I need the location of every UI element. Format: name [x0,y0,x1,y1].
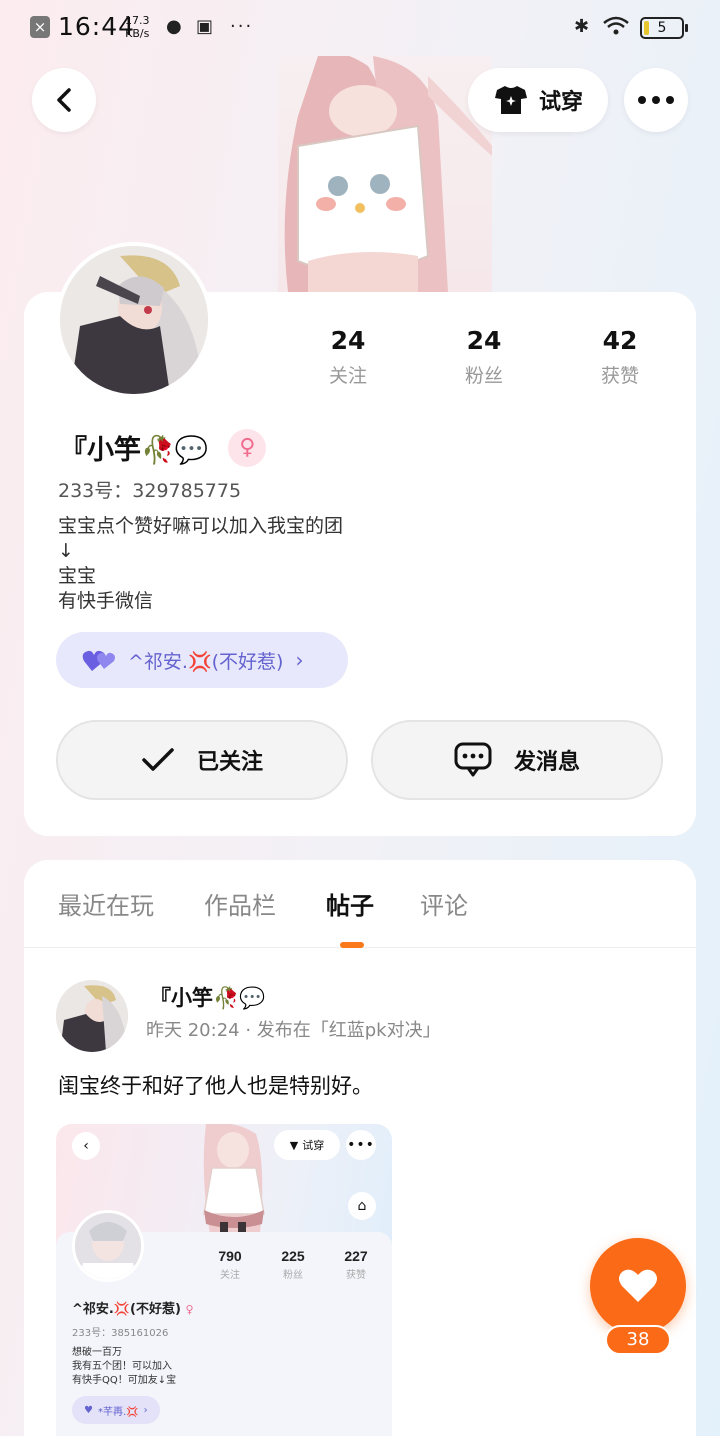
post-image[interactable]: ‹ ▼ 试穿 ••• ⌂ 790 关注 225 粉丝 227 获赞 ^祁安.💢(… [56,1124,392,1436]
bluetooth-icon: ✱ [574,16,590,37]
app-notification-icon: ▣ [196,16,214,37]
back-button[interactable] [32,68,96,132]
status-bar: × 16:44 17.3 KB/s ● ▣ ··· ✱ 5 [0,0,720,56]
post-image-following-stat: 790 关注 [218,1248,242,1281]
like-count: 38 [605,1325,671,1355]
profile-bio: 宝宝点个赞好嘛可以加入我宝的团 ↓ 宝宝 有快手微信 [58,515,344,612]
active-tab-indicator [340,942,364,948]
post-author-name[interactable]: 『小竽🥀💬 [150,982,265,1012]
message-bubble-icon [454,742,492,777]
try-on-button[interactable]: 试穿 [468,68,608,132]
chevron-right-icon: › [295,648,304,672]
tshirt-icon [494,86,527,114]
like-button[interactable] [590,1238,686,1334]
post-image-bio: 想破一百万 我有五个团！可以加入 有快手QQ！可加友↓宝 [72,1347,177,1386]
network-speed: 17.3 KB/s [125,14,150,40]
close-notification-icon: × [30,16,50,38]
profile-name: 『小竽🥀💬 [60,435,209,466]
post-image-more-icon: ••• [346,1130,376,1160]
status-time: 16:44 [58,12,136,41]
post-image-likes-stat: 227 获赞 [344,1248,368,1281]
post-image-uid: 233号：385161026 [72,1328,169,1339]
tab-posts[interactable]: 帖子 [326,886,374,921]
more-notifications-icon: ··· [230,16,254,37]
try-on-label: 试穿 [538,90,583,115]
group-link[interactable]: ^祁安.💢(不好惹) › [56,632,348,688]
double-heart-icon [82,650,115,671]
following-label: 已关注 [196,750,263,775]
chevron-left-icon [57,88,71,112]
post-author-avatar[interactable] [56,980,128,1052]
dressup-avatar-banner [278,56,492,292]
likes-stat: 42 获赞 [600,326,639,387]
post-image-avatar [72,1210,144,1282]
post-image-name-row: ^祁安.💢(不好惹) ♀ [72,1302,194,1317]
profile-tabs: 最近在玩 作品栏 帖子 评论 [24,860,696,948]
tab-recently-played[interactable]: 最近在玩 [58,886,154,921]
tab-works[interactable]: 作品栏 [204,886,276,921]
more-dots-icon [638,96,674,104]
profile-uid: 233号：329785775 [58,480,242,502]
profile-name-row: 『小竽🥀💬 ♀ [60,428,267,467]
heart-icon [619,1269,657,1302]
post-text: 闺宝终于和好了他人也是特别好。 [58,1074,373,1098]
post-meta[interactable]: 昨天 20:24 · 发布在「红蓝pk对决」 [146,1016,441,1042]
tab-comments[interactable]: 评论 [420,886,468,921]
profile-avatar[interactable] [56,242,212,398]
following-button[interactable]: 已关注 [56,720,348,800]
battery-icon: 5 [640,17,688,39]
group-name: ^祁安.💢(不好惹) [128,650,284,673]
post-image-home-icon: ⌂ [348,1192,376,1220]
checkmark-icon [142,748,174,771]
post-image-back-icon: ‹ [72,1132,100,1160]
post-image-tryon: ▼ 试穿 [274,1130,340,1160]
following-stat[interactable]: 24 关注 [280,326,416,388]
send-message-label: 发消息 [513,750,580,775]
post-image-group-pill: ♥ *芊再.💢 › [72,1396,160,1424]
chat-notification-icon: ● [166,16,182,37]
post-image-heart-icon: ♥ [84,1404,93,1416]
followers-stat[interactable]: 24 粉丝 [416,326,552,388]
female-gender-icon: ♀ [228,428,267,467]
post-image-tshirt-icon: ▼ [289,1138,299,1152]
send-message-button[interactable]: 发消息 [371,720,663,800]
wifi-icon [602,16,630,41]
more-options-button[interactable] [624,68,688,132]
post-image-chevron-icon: › [143,1404,148,1416]
profile-stats: 24 关注 24 粉丝 42 获赞 [280,326,690,388]
post-image-followers-stat: 225 粉丝 [281,1248,305,1281]
post-image-gender-icon: ♀ [185,1303,194,1316]
